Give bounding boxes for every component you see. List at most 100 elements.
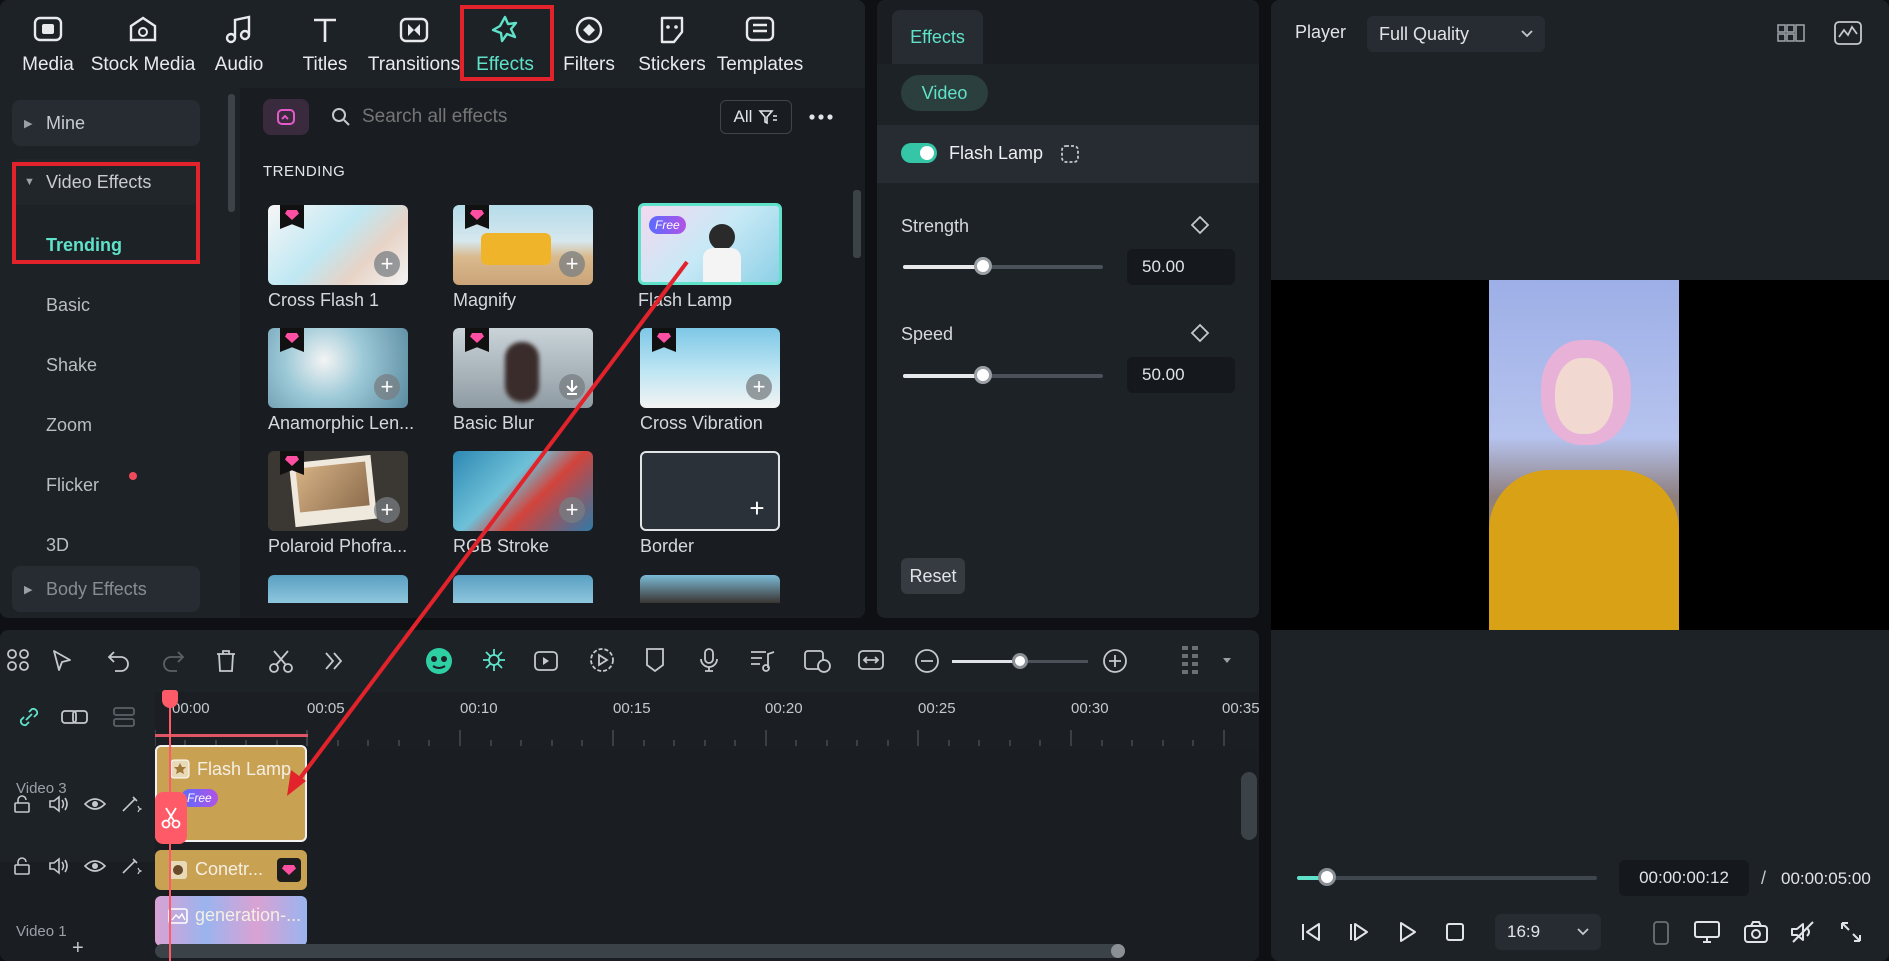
- sidebar-item-body-effects[interactable]: ▶ Body Effects: [12, 566, 200, 612]
- magic-wand-icon[interactable]: [120, 856, 142, 876]
- more-tools-icon[interactable]: [322, 650, 346, 672]
- sidebar-item-video-effects[interactable]: ▼ Video Effects: [12, 159, 200, 205]
- hscroll-handle[interactable]: [1111, 944, 1125, 958]
- quality-dropdown[interactable]: Full Quality: [1367, 16, 1545, 52]
- select-tool-icon[interactable]: [50, 648, 76, 674]
- render-preview-icon[interactable]: [802, 646, 832, 674]
- waveform-monitor-icon[interactable]: [1833, 20, 1863, 46]
- split-icon[interactable]: [268, 648, 294, 674]
- magnet-snap-icon[interactable]: [480, 646, 508, 674]
- add-icon[interactable]: +: [744, 495, 770, 521]
- video-category-pill[interactable]: Video: [901, 75, 988, 111]
- effect-card-cross-vibration[interactable]: +: [640, 328, 780, 408]
- zoom-out-icon[interactable]: [914, 648, 940, 674]
- grid-view-icon[interactable]: [1776, 22, 1806, 44]
- volume-icon[interactable]: [48, 856, 70, 876]
- tab-audio[interactable]: Audio: [204, 0, 274, 88]
- playhead-handle[interactable]: [162, 690, 178, 708]
- effect-card-rgb-stroke[interactable]: +: [453, 451, 593, 531]
- speed-value[interactable]: 50.00: [1127, 357, 1235, 393]
- sidebar-item-mine[interactable]: ▶ Mine: [12, 100, 200, 146]
- keyframe-icon[interactable]: [1190, 215, 1210, 235]
- tab-templates[interactable]: Templates: [716, 0, 804, 88]
- effects-store-button[interactable]: [263, 99, 309, 135]
- add-icon[interactable]: +: [374, 251, 400, 277]
- delete-icon[interactable]: [214, 648, 238, 674]
- stop-icon[interactable]: [1443, 920, 1467, 944]
- snapshot-icon[interactable]: [1743, 920, 1769, 944]
- effect-card-magnify[interactable]: +: [453, 205, 593, 285]
- add-icon[interactable]: +: [746, 374, 772, 400]
- sidebar-item-shake[interactable]: Shake: [46, 355, 97, 376]
- track-height-icon[interactable]: [1180, 644, 1202, 678]
- reset-button[interactable]: Reset: [901, 558, 965, 594]
- strength-slider-knob[interactable]: [974, 257, 992, 275]
- display-icon[interactable]: [1693, 920, 1721, 944]
- effect-card-flash-lamp[interactable]: Free: [638, 203, 782, 285]
- scrubber-knob[interactable]: [1318, 868, 1336, 886]
- effect-card-border[interactable]: +: [640, 451, 780, 531]
- lock-icon[interactable]: [12, 856, 32, 876]
- effect-card-polaroid[interactable]: +: [268, 451, 408, 531]
- speed-icon[interactable]: [588, 646, 616, 674]
- lock-icon[interactable]: [12, 794, 32, 814]
- sidebar-item-trending[interactable]: Trending: [46, 235, 122, 256]
- redo-icon[interactable]: [160, 648, 186, 672]
- caret-down-icon[interactable]: [1222, 657, 1232, 665]
- clip-sticker[interactable]: Conetr...: [155, 850, 307, 890]
- mask-icon[interactable]: [1059, 143, 1081, 165]
- sidebar-item-zoom[interactable]: Zoom: [46, 415, 92, 436]
- tab-stock-media[interactable]: Stock Media: [88, 0, 198, 88]
- playback-scrubber[interactable]: [1297, 868, 1597, 886]
- auto-reframe-icon[interactable]: [532, 646, 562, 674]
- effect-card-partial[interactable]: [453, 575, 593, 603]
- audio-mixer-icon[interactable]: [748, 646, 776, 674]
- timeline-hscrollbar[interactable]: [155, 944, 1125, 958]
- undo-icon[interactable]: [106, 648, 132, 672]
- content-scrollbar[interactable]: [853, 190, 861, 258]
- sidebar-scrollbar[interactable]: [228, 94, 235, 212]
- fit-timeline-icon[interactable]: [856, 646, 886, 674]
- effect-card-anamorphic-lens[interactable]: +: [268, 328, 408, 408]
- add-icon[interactable]: +: [374, 374, 400, 400]
- preview-viewport[interactable]: [1271, 280, 1889, 630]
- download-icon[interactable]: [559, 374, 585, 400]
- search-input[interactable]: [362, 100, 702, 134]
- effect-card-partial[interactable]: [268, 575, 408, 603]
- group-link-icon[interactable]: [60, 704, 90, 730]
- sidebar-item-flicker[interactable]: Flicker: [46, 475, 99, 496]
- effect-toggle[interactable]: [901, 143, 937, 163]
- effect-card-cross-flash-1[interactable]: +: [268, 205, 408, 285]
- tab-stickers[interactable]: Stickers: [634, 0, 710, 88]
- tab-effects[interactable]: Effects: [464, 0, 546, 88]
- zoom-slider-knob[interactable]: [1012, 653, 1028, 669]
- add-icon[interactable]: +: [374, 497, 400, 523]
- work-area-bar[interactable]: [155, 734, 308, 737]
- tab-transitions[interactable]: Transitions: [368, 0, 460, 88]
- strength-slider[interactable]: [903, 257, 1103, 275]
- microphone-icon[interactable]: [696, 646, 722, 674]
- tab-filters[interactable]: Filters: [555, 0, 623, 88]
- tab-titles[interactable]: Titles: [290, 0, 360, 88]
- sidebar-item-basic[interactable]: Basic: [46, 295, 90, 316]
- tab-media[interactable]: Media: [10, 0, 86, 88]
- volume-icon[interactable]: [48, 794, 70, 814]
- add-track-button[interactable]: +: [72, 937, 84, 960]
- prev-frame-icon[interactable]: [1299, 920, 1323, 944]
- link-icon[interactable]: [16, 704, 42, 730]
- effect-card-basic-blur[interactable]: [453, 328, 593, 408]
- strength-value[interactable]: 50.00: [1127, 249, 1235, 285]
- filter-dropdown[interactable]: All: [720, 100, 792, 134]
- phone-preview-icon[interactable]: [1651, 920, 1671, 946]
- next-frame-icon[interactable]: [1347, 920, 1371, 944]
- split-marker[interactable]: [155, 792, 187, 844]
- ai-copilot-icon[interactable]: [424, 646, 454, 676]
- fullscreen-icon[interactable]: [1839, 920, 1863, 944]
- track-manage-icon[interactable]: [110, 704, 138, 730]
- mute-icon[interactable]: [1789, 920, 1817, 944]
- sidebar-item-3d[interactable]: 3D: [46, 535, 69, 556]
- more-icon[interactable]: [808, 110, 834, 124]
- layout-icon[interactable]: [6, 648, 30, 672]
- speed-slider-knob[interactable]: [974, 366, 992, 384]
- clip-video[interactable]: generation-...: [155, 896, 307, 946]
